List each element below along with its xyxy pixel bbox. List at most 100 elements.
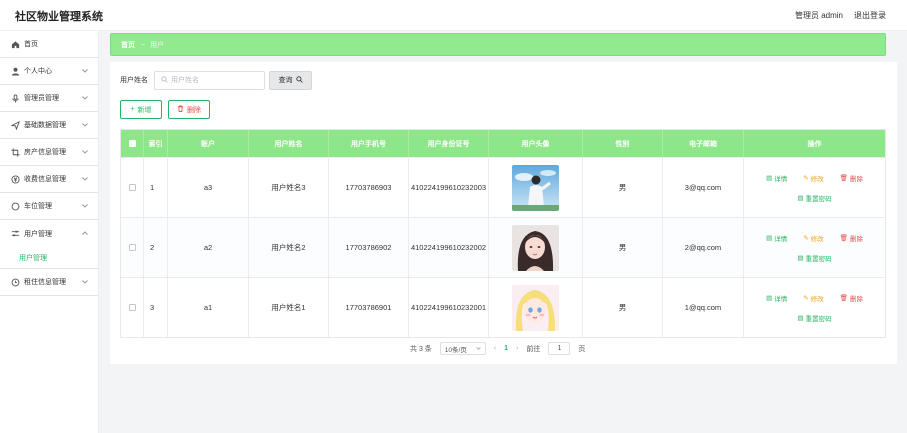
header-actions: 管理员 admin 退出登录	[795, 10, 886, 21]
cell-phone: 17703786902	[329, 218, 409, 277]
detail-button[interactable]: ▤ 详情	[766, 293, 787, 303]
sidebar-item-label: 管理员管理	[24, 95, 59, 102]
cell-phone: 17703786903	[329, 158, 409, 217]
goto-page-input[interactable]: 1	[548, 342, 571, 355]
row-checkbox[interactable]	[128, 244, 136, 251]
pencil-icon: ✎	[803, 294, 809, 302]
main-panel: 用户姓名 用户姓名 查询 + 新增 删除 索引 账户 用户姓名 用户手机号 用户…	[110, 62, 897, 364]
doc-icon: ▤	[797, 314, 804, 322]
microphone-icon	[10, 93, 20, 103]
sidebar-item-parking[interactable]: 车位管理	[0, 193, 98, 220]
logout-link[interactable]: 退出登录	[854, 10, 886, 21]
pagination: 共 3 条 10条/页 ‹ 1 › 前往 1 页	[410, 342, 585, 355]
reset-password-button[interactable]: ▤ 重置密码	[797, 193, 831, 203]
edit-button[interactable]: ✎ 修改	[803, 233, 823, 243]
sidebar-subitem-users[interactable]: 用户管理	[0, 247, 98, 269]
row-select-cell[interactable]	[121, 218, 144, 277]
page-number-current[interactable]: 1	[504, 345, 508, 352]
search-icon	[161, 75, 168, 85]
cell-ops: ▤ 详情 ✎ 修改 🗑 删除 ▤ 重置密码	[744, 218, 885, 277]
col-avatar: 用户头像	[489, 130, 583, 157]
sidebar-item-fees[interactable]: 收费信息管理	[0, 166, 98, 193]
cell-avatar	[489, 278, 583, 337]
doc-icon: ▤	[766, 294, 773, 302]
row-actions: ▤ 详情 ✎ 修改 🗑 删除 ▤ 重置密码	[766, 293, 863, 323]
page-unit-label: 页	[578, 345, 586, 353]
top-bar: 社区物业管理系统 管理员 admin 退出登录	[0, 0, 907, 31]
chevron-down-icon	[82, 176, 88, 183]
edit-button[interactable]: ✎ 修改	[803, 173, 823, 183]
remove-button[interactable]: 🗑 删除	[840, 293, 863, 303]
chevron-down-icon	[476, 345, 481, 352]
reset-password-button[interactable]: ▤ 重置密码	[797, 253, 831, 263]
remove-button[interactable]: 🗑 删除	[840, 173, 863, 183]
action-buttons: + 新增 删除	[120, 100, 210, 119]
cell-idcard: 410224199610232002	[409, 218, 489, 277]
sidebar-item-rentals[interactable]: 租住信息管理	[0, 269, 98, 296]
avatar[interactable]	[512, 164, 559, 211]
home-icon	[10, 39, 20, 49]
col-gender: 性别	[583, 130, 663, 157]
cell-gender: 男	[583, 218, 663, 277]
row-select-cell[interactable]	[121, 278, 144, 337]
avatar[interactable]	[512, 224, 559, 271]
row-actions: ▤ 详情 ✎ 修改 🗑 删除 ▤ 重置密码	[766, 233, 863, 263]
sidebar-item-label: 房产信息管理	[24, 149, 66, 156]
chevron-down-icon	[82, 95, 88, 102]
search-placeholder: 用户姓名	[171, 77, 199, 84]
sidebar-item-admins[interactable]: 管理员管理	[0, 85, 98, 112]
remove-label: 删除	[849, 295, 863, 303]
col-idcard: 用户身份证号	[409, 130, 489, 157]
trash-icon: 🗑	[839, 294, 848, 302]
remove-button[interactable]: 🗑 删除	[840, 233, 863, 243]
cell-name: 用户姓名1	[249, 278, 329, 337]
cell-email: 2@qq.com	[663, 218, 744, 277]
app-title: 社区物业管理系统	[15, 10, 103, 23]
sidebar-item-label: 租住信息管理	[24, 279, 66, 286]
next-page-icon[interactable]: ›	[516, 345, 518, 352]
delete-button[interactable]: 删除	[168, 100, 210, 119]
breadcrumb: 首页 → 用户	[110, 33, 886, 56]
crop-icon	[10, 147, 20, 157]
page-size-select[interactable]: 10条/页	[439, 342, 486, 355]
search-input[interactable]: 用户姓名	[154, 70, 265, 90]
col-account: 账户	[168, 130, 249, 157]
trash-icon	[177, 105, 184, 114]
row-checkbox[interactable]	[128, 304, 136, 311]
row-checkbox[interactable]	[128, 184, 136, 191]
sidebar-item-label: 首页	[24, 41, 38, 48]
cell-ops: ▤ 详情 ✎ 修改 🗑 删除 ▤ 重置密码	[744, 278, 885, 337]
select-all-cell[interactable]	[121, 130, 144, 157]
add-button[interactable]: + 新增	[120, 100, 162, 119]
plus-icon: +	[130, 106, 135, 113]
select-all-checkbox[interactable]	[128, 140, 136, 147]
edit-button[interactable]: ✎ 修改	[803, 293, 823, 303]
detail-button[interactable]: ▤ 详情	[766, 233, 787, 243]
sidebar-item-base-data[interactable]: 基础数据管理	[0, 112, 98, 139]
prev-page-icon[interactable]: ‹	[494, 345, 496, 352]
pencil-icon: ✎	[803, 174, 809, 182]
sidebar: 首页 个人中心 管理员管理 基础数据管理 房产信息管理 收费信息管理 车位管理 …	[0, 31, 99, 433]
breadcrumb-arrow: →	[139, 41, 146, 48]
sidebar-item-profile[interactable]: 个人中心	[0, 58, 98, 85]
sidebar-item-home[interactable]: 首页	[0, 31, 98, 58]
cell-name: 用户姓名2	[249, 218, 329, 277]
breadcrumb-home[interactable]: 首页	[121, 40, 135, 50]
row-select-cell[interactable]	[121, 158, 144, 217]
chevron-down-icon	[82, 122, 88, 129]
cell-gender: 男	[583, 158, 663, 217]
reset-password-button[interactable]: ▤ 重置密码	[797, 313, 831, 323]
chevron-down-icon	[82, 68, 88, 75]
query-button[interactable]: 查询	[269, 70, 312, 90]
cell-gender: 男	[583, 278, 663, 337]
cell-idcard: 410224199610232003	[409, 158, 489, 217]
col-index: 索引	[144, 130, 168, 157]
reset-label: 重置密码	[805, 315, 832, 323]
avatar[interactable]	[512, 284, 559, 331]
sidebar-item-label: 用户管理	[24, 230, 52, 238]
cell-phone: 17703786901	[329, 278, 409, 337]
detail-button[interactable]: ▤ 详情	[766, 173, 787, 183]
cell-index: 3	[144, 278, 168, 337]
sidebar-item-property[interactable]: 房产信息管理	[0, 139, 98, 166]
sidebar-item-users[interactable]: 用户管理	[0, 220, 98, 247]
